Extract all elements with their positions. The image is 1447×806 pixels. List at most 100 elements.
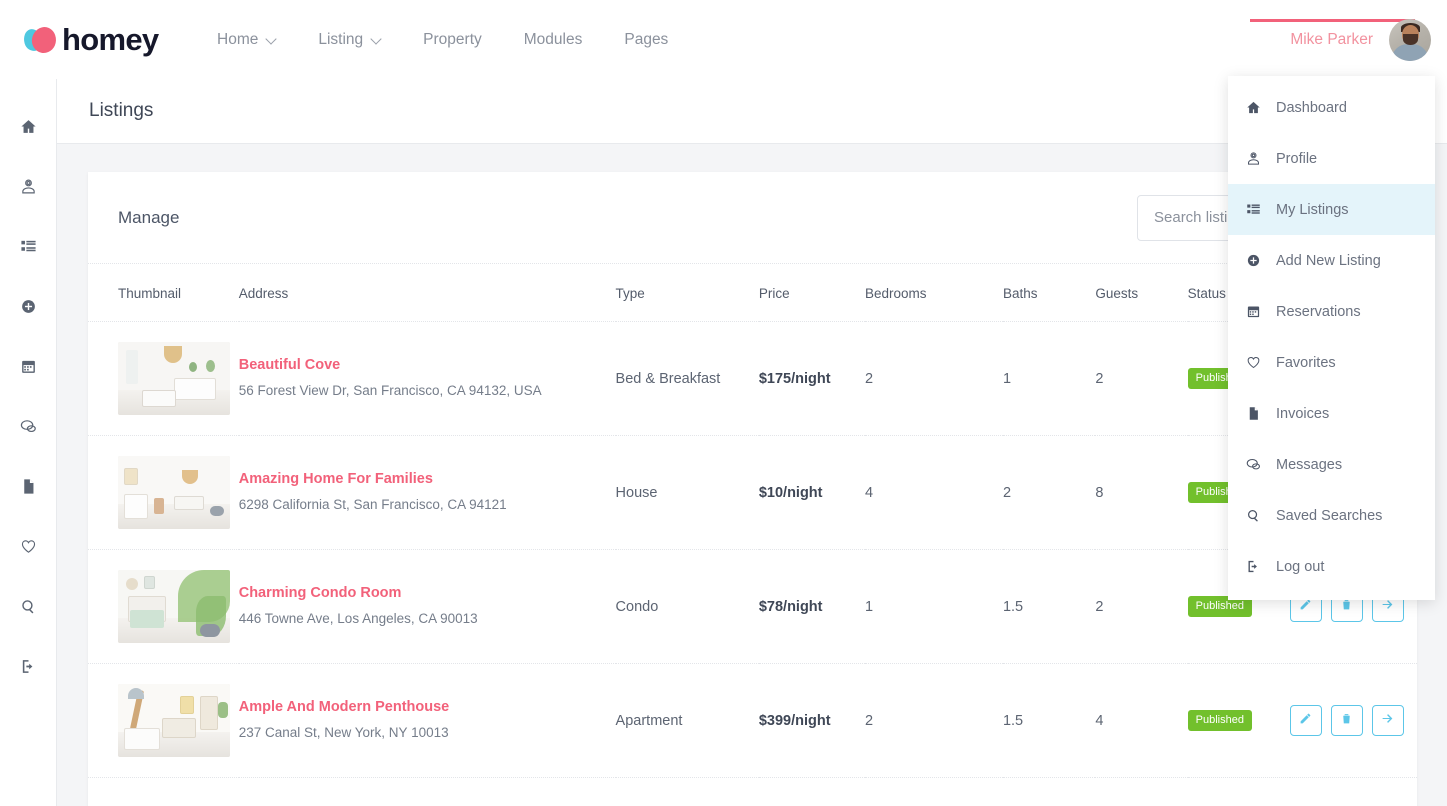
pencil-icon [1299, 598, 1312, 615]
menu-item-log-out[interactable]: Log out [1228, 541, 1435, 592]
row-type-cell: Condo [615, 549, 759, 664]
menu-item-my-listings[interactable]: My Listings [1228, 184, 1435, 235]
listing-title[interactable]: Beautiful Cove [239, 357, 616, 374]
sidebar-item-logout[interactable] [0, 639, 57, 699]
manage-listings-card: Manage Search listings Thumbnail Address… [88, 172, 1417, 806]
card-title: Manage [118, 207, 180, 227]
row-guests-cell: 2 [1095, 321, 1188, 436]
row-type-cell: Bed & Breakfast [615, 321, 759, 436]
listing-thumbnail[interactable] [118, 342, 230, 415]
listings-table: Thumbnail Address Type Price Bedrooms Ba… [88, 264, 1417, 778]
table-row[interactable]: Beautiful Cove 56 Forest View Dr, San Fr… [88, 321, 1417, 436]
row-thumbnail-cell [88, 549, 239, 664]
menu-item-dashboard[interactable]: Dashboard [1228, 82, 1435, 133]
plus-circle-icon [1246, 253, 1276, 268]
menu-item-invoices[interactable]: Invoices [1228, 388, 1435, 439]
row-thumbnail-cell [88, 435, 239, 550]
sidebar-item-reservations[interactable] [0, 339, 57, 399]
listing-thumbnail[interactable] [118, 456, 230, 529]
nav-item-modules[interactable]: Modules [503, 20, 604, 60]
listing-address: 446 Towne Ave, Los Angeles, CA 90013 [238, 611, 478, 627]
chevron-down-icon [372, 35, 381, 44]
column-price: Price [758, 264, 865, 322]
card-header: Manage Search listings [88, 172, 1417, 264]
table-header: Thumbnail Address Type Price Bedrooms Ba… [88, 264, 1417, 322]
table-row[interactable]: Charming Condo Room 446 Towne Ave, Los A… [88, 549, 1417, 664]
menu-item-messages[interactable]: Messages [1228, 439, 1435, 490]
nav-item-property[interactable]: Property [402, 20, 503, 60]
menu-item-label: Add New Listing [1276, 252, 1381, 269]
arrow-right-icon [1381, 712, 1394, 729]
row-address-cell: Beautiful Cove 56 Forest View Dr, San Fr… [238, 321, 616, 436]
row-price-cell: $10/night [758, 435, 865, 550]
user-menu-active-indicator [1250, 18, 1415, 22]
column-address: Address [238, 264, 616, 322]
user-name-label[interactable]: Mike Parker [1290, 31, 1373, 49]
menu-item-favorites[interactable]: Favorites [1228, 337, 1435, 388]
nav-label: Pages [624, 30, 669, 48]
menu-item-saved-searches[interactable]: Saved Searches [1228, 490, 1435, 541]
listing-address: 6298 California St, San Francisco, CA 94… [238, 497, 507, 513]
brand-name: homey [62, 22, 159, 57]
menu-item-add-new-listing[interactable]: Add New Listing [1228, 235, 1435, 286]
menu-item-reservations[interactable]: Reservations [1228, 286, 1435, 337]
row-address-cell: Charming Condo Room 446 Towne Ave, Los A… [238, 549, 616, 664]
table-row[interactable]: Amazing Home For Families 6298 Californi… [88, 435, 1417, 550]
sidebar-icon-rail [0, 79, 57, 806]
row-baths-cell: 1.5 [1002, 663, 1096, 778]
edit-listing-button[interactable] [1289, 705, 1322, 736]
row-guests-cell: 8 [1095, 435, 1188, 550]
trash-icon [1340, 598, 1353, 615]
brand-logo[interactable]: homey [21, 20, 174, 60]
delete-listing-button[interactable] [1330, 705, 1363, 736]
arrow-right-icon [1381, 598, 1394, 615]
row-price-cell: $78/night [758, 549, 865, 664]
user-area: Mike Parker [1250, 18, 1431, 61]
nav-item-pages[interactable]: Pages [603, 20, 689, 60]
sidebar-item-invoices[interactable] [0, 459, 57, 519]
nav-label: Home [217, 30, 259, 48]
sidebar-item-my-listings[interactable] [0, 219, 57, 279]
column-type: Type [615, 264, 759, 322]
trash-icon [1340, 712, 1353, 729]
chevron-down-icon [267, 35, 276, 44]
calendar-icon [1246, 304, 1276, 319]
column-baths: Baths [1002, 264, 1096, 322]
user-dropdown-menu: Dashboard Profile My Listings Add New Li… [1228, 76, 1435, 600]
logout-icon [20, 658, 37, 680]
heart-icon [1246, 355, 1276, 370]
row-guests-cell: 2 [1095, 549, 1188, 664]
row-address-cell: Amazing Home For Families 6298 Californi… [238, 435, 616, 550]
avatar[interactable] [1389, 18, 1431, 61]
sidebar-item-add-listing[interactable] [0, 279, 57, 339]
page-title: Listings [89, 100, 154, 121]
sidebar-item-profile[interactable] [0, 159, 57, 219]
user-icon [1246, 151, 1276, 166]
nav-item-home[interactable]: Home [196, 20, 297, 60]
menu-item-label: Dashboard [1276, 99, 1347, 116]
listing-thumbnail[interactable] [118, 684, 230, 757]
plus-circle-icon [20, 298, 37, 320]
listing-thumbnail[interactable] [118, 570, 230, 643]
table-row[interactable]: Ample And Modern Penthouse 237 Canal St,… [88, 663, 1417, 778]
list-icon [1246, 202, 1276, 217]
row-price-cell: $399/night [758, 663, 865, 778]
pencil-icon [1299, 712, 1312, 729]
calendar-icon [20, 358, 37, 380]
nav-item-listing[interactable]: Listing [297, 20, 402, 60]
user-icon [20, 178, 37, 200]
chat-icon [1246, 457, 1276, 472]
row-bedrooms-cell: 2 [864, 663, 1003, 778]
sidebar-item-messages[interactable] [0, 399, 57, 459]
listing-title[interactable]: Charming Condo Room [239, 585, 616, 602]
view-listing-button[interactable] [1371, 705, 1404, 736]
listing-title[interactable]: Amazing Home For Families [239, 471, 616, 488]
sidebar-item-favorites[interactable] [0, 519, 57, 579]
row-actions-cell [1289, 663, 1417, 778]
top-navbar: homey Home Listing Property Modules Page… [0, 0, 1447, 79]
listing-title[interactable]: Ample And Modern Penthouse [239, 699, 616, 716]
sidebar-item-saved-searches[interactable] [0, 579, 57, 639]
menu-item-label: Reservations [1276, 303, 1361, 320]
menu-item-profile[interactable]: Profile [1228, 133, 1435, 184]
sidebar-item-dashboard[interactable] [0, 99, 57, 159]
